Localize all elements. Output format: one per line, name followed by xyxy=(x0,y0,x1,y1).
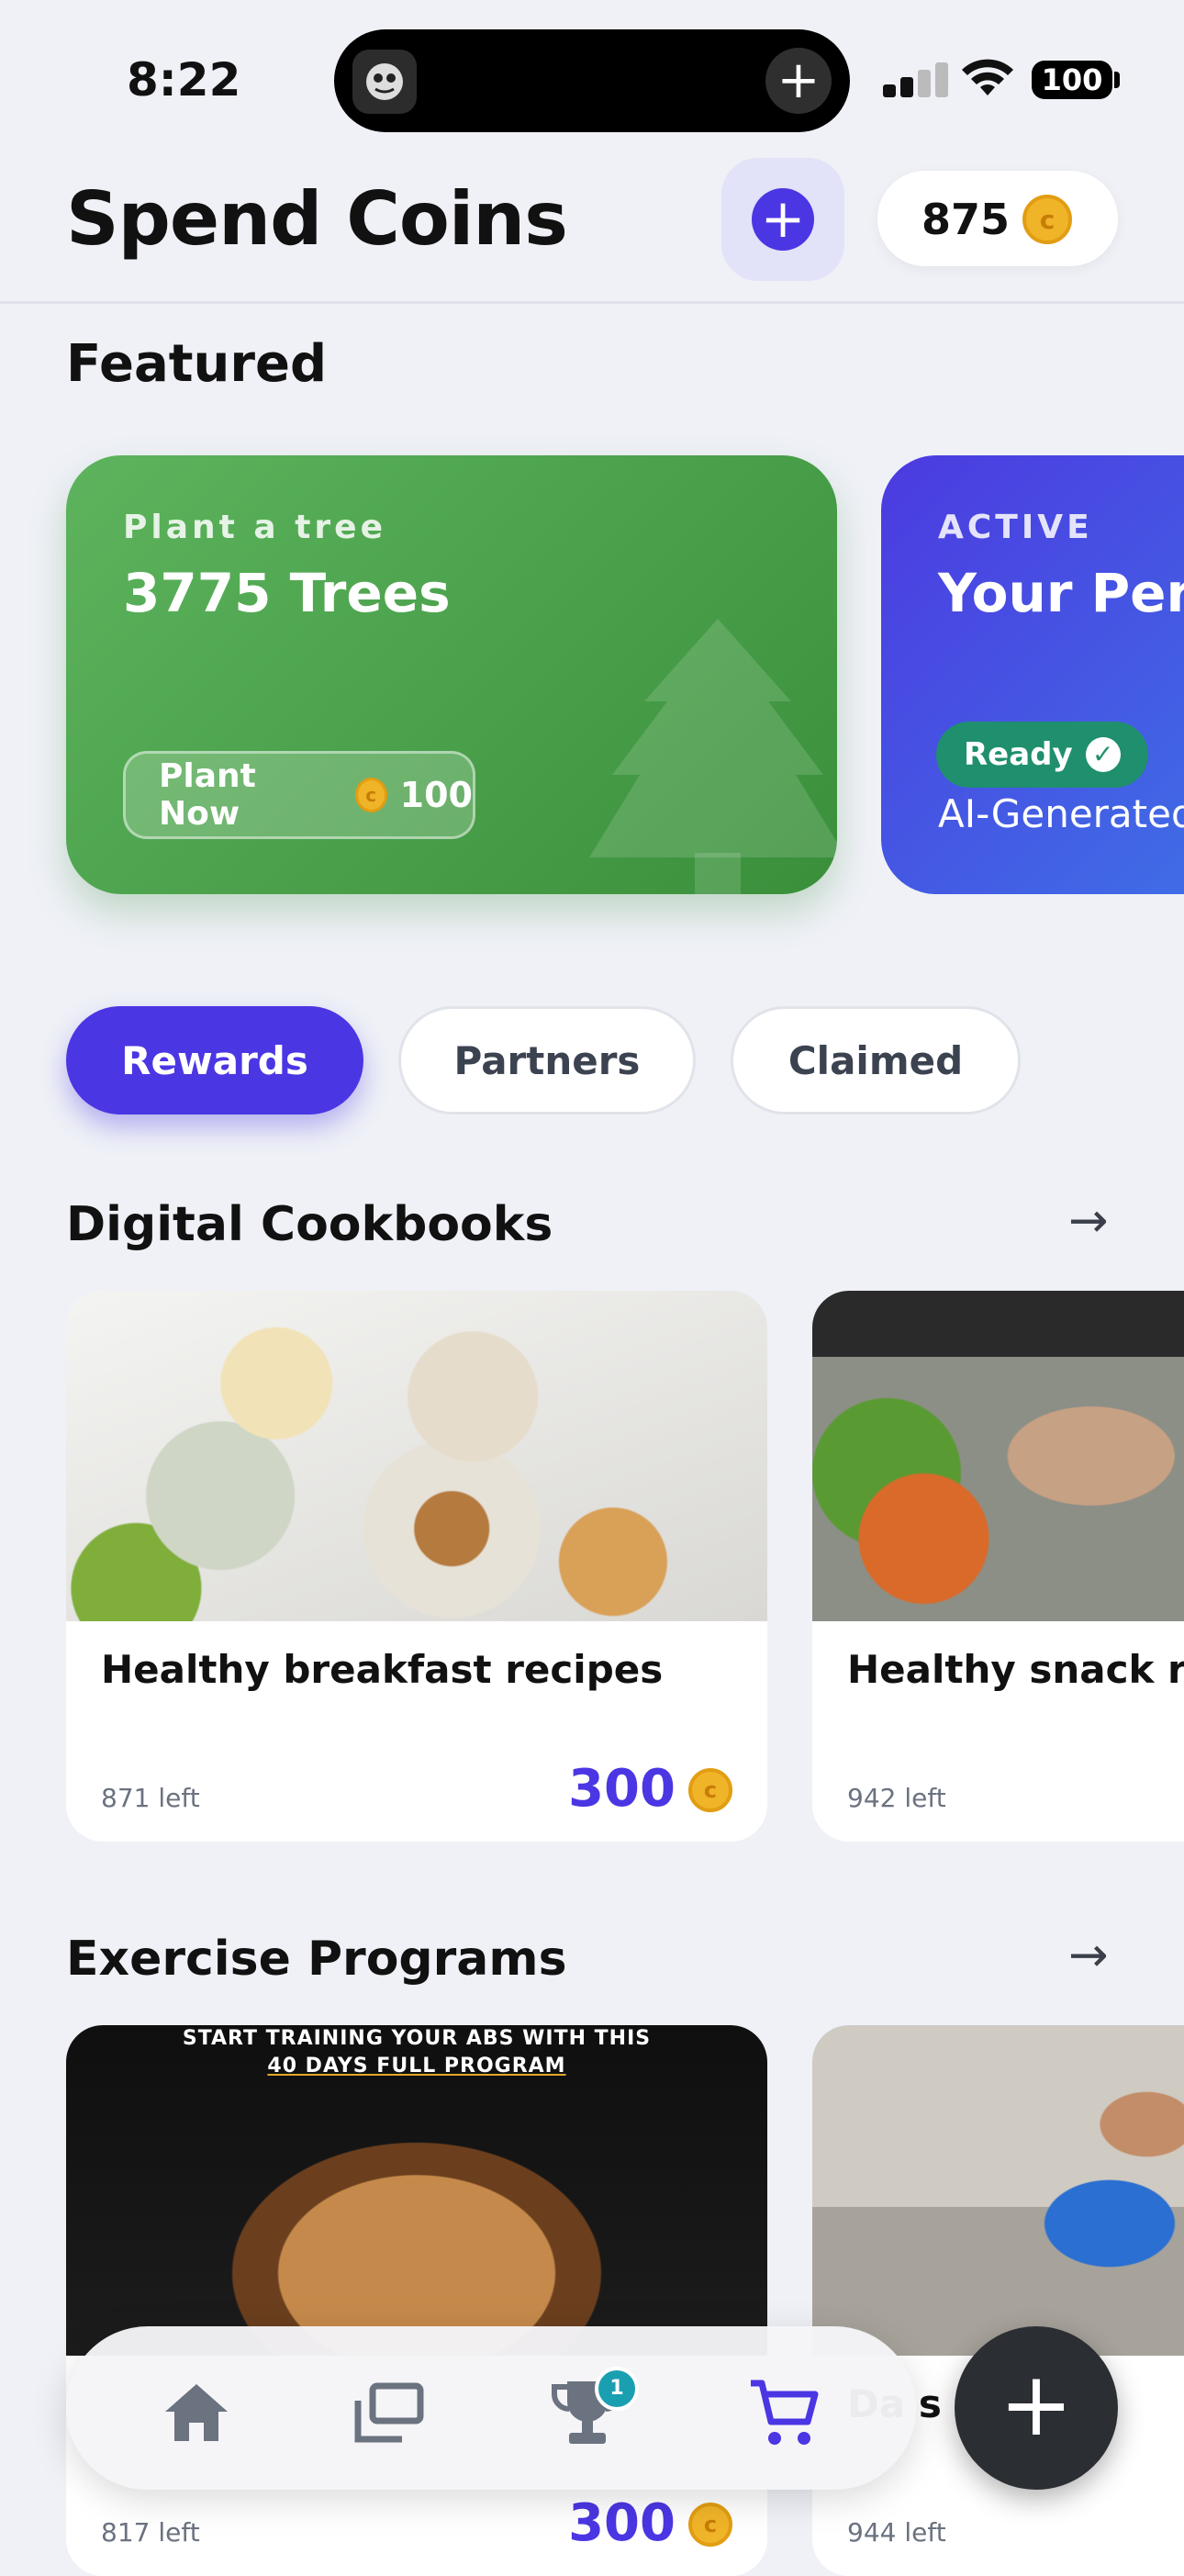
add-coins-button[interactable]: + xyxy=(721,158,844,281)
abs-program-image: START TRAINING YOUR ABS WITH THIS 40 DAY… xyxy=(66,2025,767,2356)
bottom-tab-bar: 1 xyxy=(66,2326,916,2490)
ai-plan-card[interactable]: ACTIVE Your Perso Ready ✓ AI-Generated xyxy=(881,455,1184,894)
trees-count: 3775 Trees xyxy=(123,562,451,624)
cart-icon[interactable] xyxy=(747,2376,821,2449)
coin-balance-value: 875 xyxy=(922,195,1011,244)
section-heading-cookbooks: Digital Cookbooks xyxy=(66,1197,553,1252)
product-card[interactable]: START TRAINING YOUR ABS WITH THIS 40 DAY… xyxy=(66,2025,767,2576)
tree-icon xyxy=(589,619,837,894)
stock-left: 817 left xyxy=(101,2517,200,2548)
library-icon[interactable] xyxy=(352,2376,426,2449)
product-name: Healthy snack rec xyxy=(847,1647,1184,1692)
breakfast-image xyxy=(66,1291,767,1621)
product-card[interactable]: Healthy snack rec 942 left xyxy=(812,1291,1184,1842)
ai-plan-subtitle: AI-Generated xyxy=(938,791,1184,836)
plant-now-label: Plant Now xyxy=(159,757,256,833)
coin-icon: c xyxy=(688,1768,732,1812)
coin-balance-pill[interactable]: 875 c xyxy=(877,171,1118,266)
ready-badge: Ready ✓ xyxy=(936,722,1148,788)
coin-icon: c xyxy=(688,2503,732,2547)
product-price: 300 xyxy=(568,2493,676,2553)
arrow-right-icon[interactable]: → xyxy=(1068,1928,1109,1983)
plant-tree-kicker: Plant a tree xyxy=(123,509,387,546)
plant-tree-card[interactable]: Plant a tree 3775 Trees Plant Now c 100 xyxy=(66,455,837,894)
coin-icon: c xyxy=(1022,195,1072,244)
ai-plan-kicker: ACTIVE xyxy=(938,509,1093,546)
section-heading-exercise: Exercise Programs xyxy=(66,1932,567,1987)
promo-text: START TRAINING YOUR ABS WITH THIS 40 DAY… xyxy=(66,2025,767,2080)
ready-label: Ready xyxy=(964,736,1073,773)
promo-line-2: 40 DAYS FULL PROGRAM xyxy=(267,2055,566,2078)
battery-tip xyxy=(1114,72,1120,88)
trophy-badge: 1 xyxy=(595,2367,639,2411)
product-card[interactable]: Healthy breakfast recipes 871 left 300 c xyxy=(66,1291,767,1842)
page-title: Spend Coins xyxy=(66,176,568,262)
home-icon[interactable] xyxy=(160,2376,233,2449)
plant-now-price: 100 xyxy=(399,775,473,815)
product-card[interactable]: Da s Pr 944 left xyxy=(812,2025,1184,2576)
plant-now-button[interactable]: Plant Now c 100 xyxy=(123,751,475,839)
status-time: 8:22 xyxy=(127,53,241,106)
check-circle-icon: ✓ xyxy=(1085,737,1121,772)
plus-icon: + xyxy=(752,188,814,251)
header-divider xyxy=(0,301,1184,304)
gym-program-image xyxy=(812,2025,1184,2356)
stock-left: 944 left xyxy=(847,2517,946,2548)
floating-add-button[interactable]: + xyxy=(955,2326,1118,2490)
tab-partners[interactable]: Partners xyxy=(398,1006,696,1114)
featured-heading: Featured xyxy=(66,334,328,394)
snack-image xyxy=(812,1291,1184,1621)
trophy-icon[interactable]: 1 xyxy=(551,2367,639,2449)
stock-left: 871 left xyxy=(101,1783,200,1813)
cellular-signal-icon xyxy=(883,61,948,97)
product-name: Healthy breakfast recipes xyxy=(101,1647,664,1692)
dynamic-island: + xyxy=(334,29,850,132)
battery-icon: 100 xyxy=(1032,61,1112,99)
arrow-right-icon[interactable]: → xyxy=(1068,1193,1109,1249)
tab-rewards[interactable]: Rewards xyxy=(66,1006,363,1114)
wifi-icon xyxy=(960,59,1015,103)
stock-left: 942 left xyxy=(847,1783,946,1813)
coin-icon: c xyxy=(354,778,387,812)
island-plus-icon[interactable]: + xyxy=(765,48,832,114)
promo-line-1: START TRAINING YOUR ABS WITH THIS xyxy=(182,2027,652,2050)
app-activity-icon xyxy=(352,50,417,114)
ai-plan-title: Your Perso xyxy=(938,562,1184,624)
tab-claimed[interactable]: Claimed xyxy=(731,1006,1021,1114)
product-price: 300 xyxy=(568,1759,676,1819)
